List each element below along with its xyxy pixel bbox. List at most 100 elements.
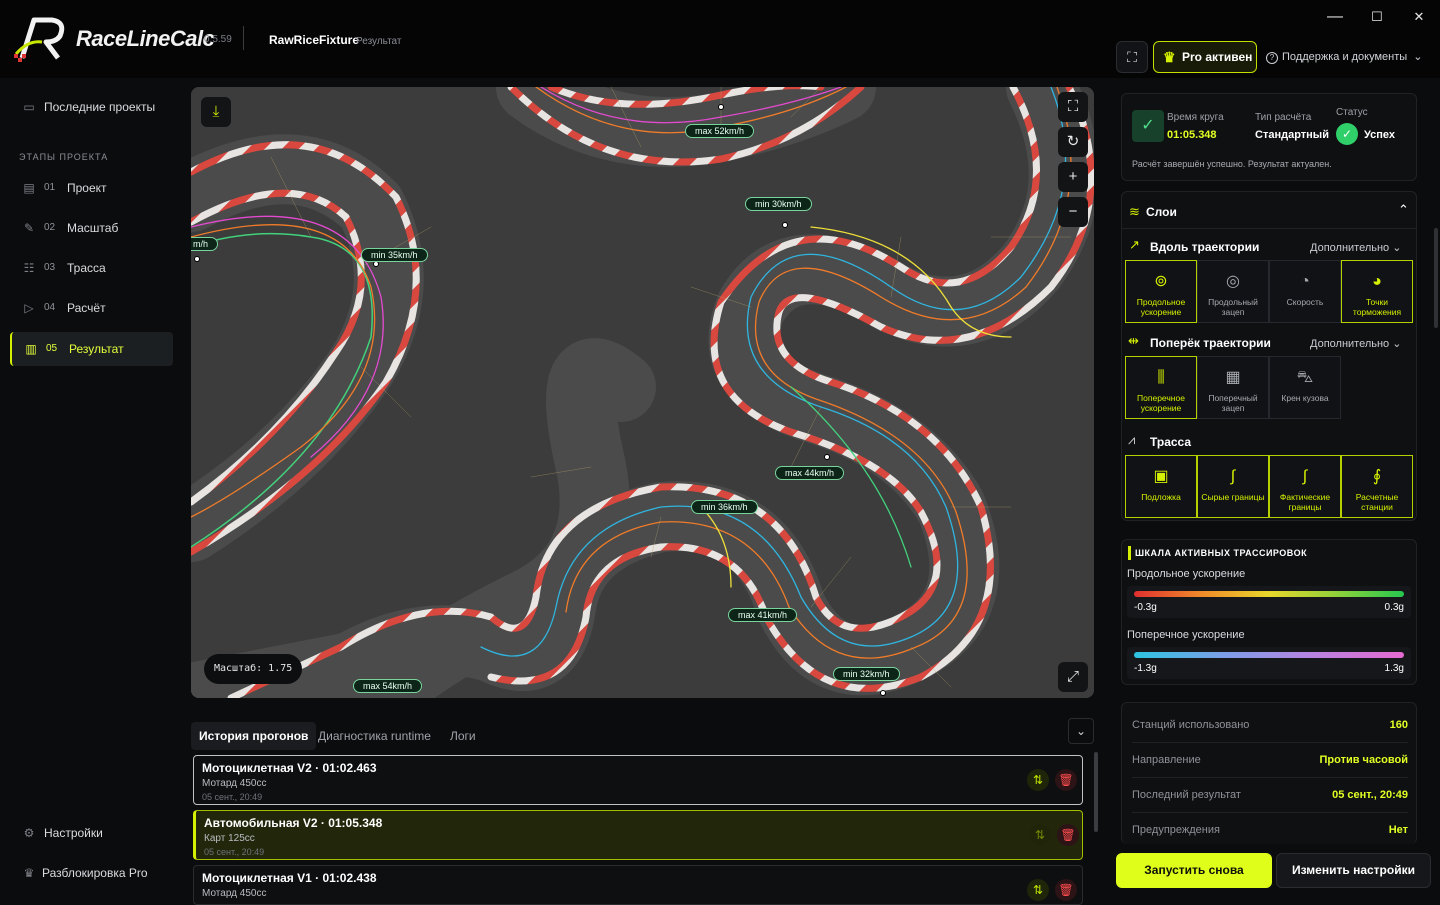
layer-braking-points[interactable]: ◕ Точки торможения: [1341, 260, 1413, 323]
info-key: Направление: [1132, 754, 1201, 766]
divider: [1132, 777, 1408, 778]
along-title: Вдоль траектории: [1150, 240, 1260, 254]
speed-tag: m/h: [191, 237, 219, 251]
tire-icon: ◎: [1226, 273, 1240, 290]
status-message: Расчёт завершён успешно. Результат актуа…: [1132, 159, 1332, 169]
stage-result[interactable]: ▥ 05 Результат: [10, 332, 173, 366]
compare-icon[interactable]: ⇅: [1027, 769, 1049, 791]
scrollbar[interactable]: [1434, 228, 1438, 328]
info-key: Последний результат: [1132, 789, 1241, 801]
lap-time-value: 01:05.348: [1167, 129, 1217, 141]
status-label: Статус: [1336, 107, 1368, 118]
road-icon: ⩘: [1128, 432, 1136, 447]
run-vehicle: Мотард 450cc: [202, 778, 267, 789]
track-title: Трасса: [1150, 435, 1192, 449]
crown-icon: ♛: [23, 866, 35, 880]
support-docs-menu[interactable]: ? Поддержка и документы ⌄: [1266, 50, 1422, 64]
scale-card: ШКАЛА АКТИВНЫХ ТРАССИРОВОК Продольное ус…: [1121, 539, 1417, 685]
stage-scale[interactable]: ✎ 02 Масштаб: [10, 211, 173, 245]
more-label: Дополнительно: [1310, 338, 1390, 350]
scrollbar[interactable]: [1094, 752, 1098, 832]
settings-link[interactable]: ⚙ Настройки: [10, 816, 173, 850]
layer-label: Подложка: [1141, 492, 1181, 502]
zoom-out-icon[interactable]: −: [1058, 197, 1088, 227]
calc-type-label: Тип расчёта: [1255, 112, 1312, 123]
along-more-dropdown[interactable]: Дополнительно ⌄: [1310, 241, 1401, 254]
layer-longitudinal-grip[interactable]: ◎ Продольный зацеп: [1197, 260, 1269, 323]
chevron-down-icon[interactable]: ⌄: [1068, 718, 1094, 744]
rerun-button[interactable]: Запустить снова: [1116, 853, 1272, 888]
curve-icon: ∮: [1372, 468, 1382, 485]
delete-icon[interactable]: 🗑: [1057, 824, 1079, 846]
chevron-up-icon[interactable]: ⌃: [1398, 202, 1409, 218]
close-button[interactable]: ✕: [1404, 2, 1434, 32]
run-vehicle: Карт 125cc: [204, 833, 255, 844]
across-title: Поперёк траектории: [1150, 336, 1271, 350]
stage-number: 05: [46, 343, 58, 354]
pro-active-button[interactable]: ♛ Pro активен: [1153, 41, 1257, 73]
layer-longitudinal-accel[interactable]: ⊚ Продольное ускорение: [1125, 260, 1197, 323]
stages-heading: ЭТАПЫ ПРОЕКТА: [19, 152, 109, 162]
stage-calculation[interactable]: ▷ 04 Расчёт: [10, 291, 173, 325]
layers-card: ≋ Слои ⌃ ↗ Вдоль траектории Дополнительн…: [1121, 191, 1417, 521]
layer-body-roll[interactable]: ⛍ Крен кузова: [1269, 356, 1341, 419]
layer-lateral-grip[interactable]: ▦ Поперечный зацеп: [1197, 356, 1269, 419]
fullscreen-icon[interactable]: ⛶: [1058, 92, 1088, 122]
layer-actual-bounds[interactable]: ∫ Фактические границы: [1269, 455, 1341, 518]
unlock-pro-link[interactable]: ♛ Разблокировка Pro: [10, 856, 173, 890]
delete-icon[interactable]: 🗑: [1055, 769, 1077, 791]
check-icon: ✓: [1132, 110, 1164, 142]
tab-logs[interactable]: Логи: [442, 722, 484, 750]
change-settings-button[interactable]: Изменить настройки: [1276, 853, 1431, 888]
tab-runtime-diagnostics[interactable]: Диагностика runtime: [310, 722, 439, 750]
track-map[interactable]: ⤓ ⛶ ↻ + − ⤢ Масштаб: 1.75 max 52km/h min…: [191, 87, 1094, 698]
long-accel-gradient: [1134, 591, 1404, 597]
run-vehicle: Мотард 450cc: [202, 888, 267, 899]
tab-run-history[interactable]: История прогонов: [191, 722, 317, 750]
compare-icon[interactable]: ⇅: [1029, 824, 1051, 846]
long-accel-label: Продольное ускорение: [1127, 568, 1246, 580]
info-row-warnings: Предупреждения Нет: [1132, 824, 1408, 844]
speed-tag: min 35km/h: [361, 248, 428, 262]
gear-icon: ⚙: [23, 826, 35, 840]
run-item[interactable]: Мотоциклетная V2 · 01:02.463 Мотард 450c…: [193, 755, 1083, 805]
zoom-in-icon[interactable]: +: [1058, 162, 1088, 192]
pencil-icon: ✎: [23, 221, 35, 235]
across-more-dropdown[interactable]: Дополнительно ⌄: [1310, 337, 1401, 350]
run-item[interactable]: Автомобильная V2 · 01:05.348 Карт 125cc …: [193, 810, 1083, 860]
status-value: Успех: [1364, 129, 1396, 141]
maximize-button[interactable]: ☐: [1362, 2, 1392, 32]
car-icon: ⛍: [1296, 369, 1314, 386]
stage-project[interactable]: ▤ 01 Проект: [10, 171, 173, 205]
recent-projects-link[interactable]: ▭ Последние проекты: [10, 90, 173, 124]
stage-number: 02: [44, 222, 56, 233]
layer-background[interactable]: ▣ Подложка: [1125, 455, 1197, 518]
expand-map-icon[interactable]: ⤢: [1058, 662, 1088, 692]
delete-icon[interactable]: 🗑: [1055, 879, 1077, 901]
layer-lateral-accel[interactable]: ⫼ Поперечное ускорение: [1125, 356, 1197, 419]
download-icon[interactable]: ⤓: [201, 97, 231, 127]
layer-calc-stations[interactable]: ∮ Расчетные станции: [1341, 455, 1413, 518]
curve-icon: ∫: [1230, 468, 1236, 485]
app-version: 0.5.59: [204, 34, 232, 45]
layer-raw-bounds[interactable]: ∫ Сырые границы: [1197, 455, 1269, 518]
reset-view-icon[interactable]: ↻: [1058, 127, 1088, 157]
minimize-button[interactable]: —: [1320, 2, 1350, 32]
layer-label: Крен кузова: [1281, 393, 1329, 403]
layer-label: Расчетные станции: [1355, 492, 1399, 512]
layer-label: Поперечное ускорение: [1137, 393, 1185, 413]
help-icon: ?: [1266, 52, 1278, 64]
stage-track[interactable]: ☷ 03 Трасса: [10, 251, 173, 285]
run-title: Автомобильная V2 · 01:05.348: [204, 816, 383, 830]
expand-icon[interactable]: ⛶: [1116, 41, 1148, 73]
compare-icon[interactable]: ⇅: [1027, 879, 1049, 901]
calc-type-value: Стандартный: [1255, 129, 1329, 141]
speed-tag: max 44km/h: [775, 466, 845, 480]
folder-icon: ▭: [23, 100, 35, 114]
stage-number: 01: [44, 182, 56, 193]
run-item[interactable]: Мотоциклетная V1 · 01:02.438 Мотард 450c…: [193, 865, 1083, 905]
layer-speed[interactable]: ◔ Скорость: [1269, 260, 1341, 323]
lat-accel-min: -1.3g: [1134, 663, 1157, 674]
folder-icon: ▤: [23, 181, 35, 195]
play-icon: ▷: [24, 301, 34, 315]
